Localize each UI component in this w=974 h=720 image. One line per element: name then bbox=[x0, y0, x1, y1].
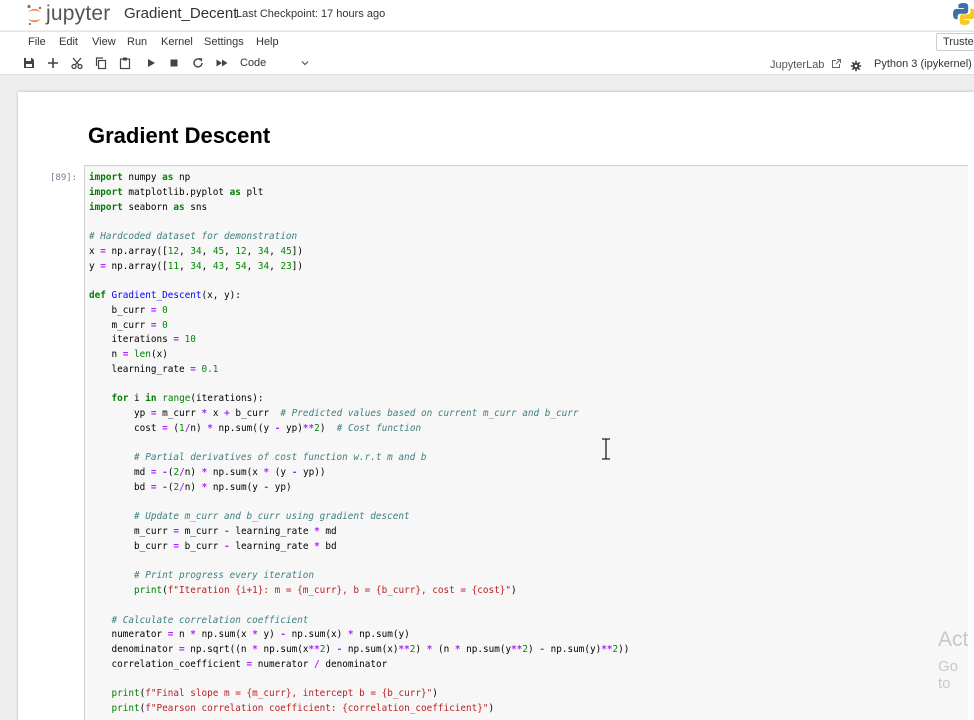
code-line: # Calculate correlation coefficient bbox=[111, 614, 309, 626]
gear-icon[interactable] bbox=[850, 57, 862, 76]
code-line: m_curr = m_curr - learning_rate * md bbox=[89, 526, 337, 537]
menu-edit[interactable]: Edit bbox=[59, 36, 78, 48]
restart-icon[interactable] bbox=[191, 56, 207, 72]
code-line: # Partial derivatives of cost function w… bbox=[134, 452, 427, 464]
menu-file[interactable]: File bbox=[28, 36, 46, 48]
code-line: yp = m_curr * x + b_curr # Predicted val… bbox=[89, 408, 579, 419]
code-line: b_curr = b_curr - learning_rate * bd bbox=[89, 540, 337, 552]
text-cursor-icon bbox=[601, 438, 611, 464]
jupyter-logo[interactable]: jupyter bbox=[26, 1, 110, 27]
code-line: learning_rate = 0.1 bbox=[89, 363, 219, 375]
menu-settings[interactable]: Settings bbox=[204, 36, 244, 48]
code-line: import seaborn as sns bbox=[89, 201, 208, 213]
menu-kernel[interactable]: Kernel bbox=[161, 36, 193, 48]
cell-input-prompt: [89]: bbox=[50, 173, 78, 183]
jupyter-logo-icon bbox=[26, 4, 43, 26]
code-line: iterations = 10 bbox=[89, 334, 196, 346]
code-line: # Hardcoded dataset for demonstration bbox=[89, 231, 298, 242]
watermark-line-2: Go to bbox=[938, 658, 959, 692]
menu-help[interactable]: Help bbox=[256, 36, 279, 48]
menu-view[interactable]: View bbox=[92, 36, 116, 48]
copy-icon[interactable] bbox=[94, 56, 110, 72]
code-line: numerator = n * np.sum(x * y) - np.sum(x… bbox=[89, 629, 410, 641]
trusted-badge[interactable]: Trusted bbox=[936, 33, 974, 51]
notebook-title[interactable]: Gradient_Decent bbox=[124, 5, 237, 22]
stop-icon[interactable] bbox=[167, 56, 183, 72]
markdown-heading: Gradient Descent bbox=[88, 123, 271, 148]
code-line: for i in range(iterations): bbox=[111, 393, 264, 405]
code-line: import numpy as np bbox=[89, 172, 191, 183]
code-line: correlation_coefficient = numerator / de… bbox=[89, 658, 388, 670]
code-line: # Print progress every iteration bbox=[134, 570, 315, 582]
add-cell-icon[interactable] bbox=[46, 56, 62, 72]
code-line: def Gradient_Descent(x, y): bbox=[89, 290, 241, 301]
code-line: print(f"Pearson correlation coefficient:… bbox=[111, 703, 495, 714]
notebook-header: jupyter Gradient_Decent Last Checkpoint:… bbox=[0, 0, 974, 30]
jupyter-wordmark: jupyter bbox=[46, 2, 111, 25]
checkpoint-status: Last Checkpoint: 17 hours ago bbox=[236, 8, 386, 20]
menu-run[interactable]: Run bbox=[127, 36, 147, 48]
code-line: # Update m_curr and b_curr using gradien… bbox=[134, 511, 410, 523]
external-link-icon bbox=[828, 59, 842, 71]
code-line: print(f"Iteration {i+1}: m = {m_curr}, b… bbox=[134, 585, 517, 596]
paste-icon[interactable] bbox=[118, 56, 134, 72]
code-line: print(f"Final slope m = {m_curr}, interc… bbox=[111, 688, 438, 700]
code-line: import matplotlib.pyplot as plt bbox=[89, 186, 264, 198]
code-line: n = len(x) bbox=[89, 349, 168, 360]
fast-forward-icon[interactable] bbox=[215, 56, 231, 72]
code-line: denominator = np.sqrt((n * np.sum(x**2) … bbox=[89, 644, 630, 655]
code-line: cost = (1/n) * np.sum((y - yp)**2) # Cos… bbox=[89, 422, 422, 434]
code-line: y = np.array([11, 34, 43, 54, 34, 23]) bbox=[89, 260, 303, 272]
kernel-name[interactable]: Python 3 (ipykernel) bbox=[874, 58, 972, 70]
save-icon[interactable] bbox=[22, 56, 38, 72]
jupyterlab-link[interactable]: JupyterLab bbox=[770, 58, 842, 71]
code-line: x = np.array([12, 34, 45, 12, 34, 45]) bbox=[89, 245, 303, 257]
jupyterlab-label: JupyterLab bbox=[770, 59, 825, 71]
code-cell-editor[interactable]: import numpy as np import matplotlib.pypl… bbox=[84, 165, 968, 720]
run-icon[interactable] bbox=[144, 56, 160, 72]
menu-bar: File Edit View Run Kernel Settings Help … bbox=[0, 31, 974, 53]
code-line: b_curr = 0 bbox=[89, 304, 168, 316]
watermark-line-1: Act bbox=[938, 628, 969, 651]
code-line: m_curr = 0 bbox=[89, 319, 168, 331]
cell-type-select[interactable]: Code bbox=[240, 57, 310, 72]
cut-icon[interactable] bbox=[70, 56, 86, 72]
code-line: bd = -(2/n) * np.sum(y - yp) bbox=[89, 481, 292, 493]
code-line: md = -(2/n) * np.sum(x * (y - yp)) bbox=[89, 467, 326, 478]
code-text: import numpy as np import matplotlib.pypl… bbox=[89, 171, 629, 717]
notebook-toolbar: Code JupyterLab Python 3 (ipykernel) bbox=[0, 53, 974, 75]
chevron-down-icon bbox=[300, 58, 310, 71]
cell-type-value: Code bbox=[240, 57, 267, 69]
python-logo-icon bbox=[952, 2, 974, 26]
notebook-container: Gradient Descent [89]: import numpy as n… bbox=[18, 92, 974, 720]
